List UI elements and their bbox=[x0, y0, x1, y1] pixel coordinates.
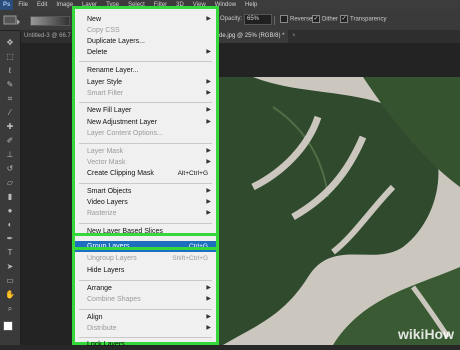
menu-item-hide-layers[interactable]: Hide Layers bbox=[75, 265, 216, 276]
submenu-arrow-icon: ▶ bbox=[206, 159, 211, 165]
menu-item-duplicate-layers[interactable]: Duplicate Layers... bbox=[75, 36, 216, 47]
menu-item-create-clipping-mask[interactable]: Create Clipping Mask Alt+Ctrl+G bbox=[75, 168, 216, 179]
submenu-arrow-icon: ▶ bbox=[206, 16, 211, 22]
pen-tool-icon[interactable]: ✒ bbox=[3, 233, 17, 244]
menu-separator bbox=[79, 143, 212, 144]
menu-separator bbox=[79, 309, 212, 310]
menu-item-new[interactable]: New ▶ bbox=[75, 14, 216, 25]
divider bbox=[274, 16, 275, 25]
submenu-arrow-icon: ▶ bbox=[206, 79, 211, 85]
submenu-arrow-icon: ▶ bbox=[206, 314, 211, 320]
menu-separator bbox=[79, 102, 212, 103]
blur-tool-icon[interactable]: ● bbox=[3, 205, 17, 216]
menu-item-layer-style[interactable]: Layer Style ▶ bbox=[75, 77, 216, 88]
menu-separator bbox=[79, 280, 212, 281]
eraser-tool-icon[interactable]: ▱ bbox=[3, 177, 17, 188]
wikihow-watermark: wikiHow bbox=[397, 326, 454, 342]
menu-item-distribute: Distribute ▶ bbox=[87, 325, 211, 332]
menu-item-layer-mask: Layer Mask ▶ bbox=[87, 148, 211, 155]
menu-separator bbox=[79, 337, 212, 338]
transparency-checkbox[interactable]: Transparency bbox=[340, 15, 386, 23]
stamp-tool-icon[interactable]: ⊥ bbox=[3, 149, 17, 160]
menu-item-new-adjustment-layer[interactable]: New Adjustment Layer ▶ bbox=[75, 117, 216, 128]
reverse-checkbox[interactable]: Reverse bbox=[280, 15, 312, 23]
submenu-arrow-icon: ▶ bbox=[206, 210, 211, 216]
menu-item-arrange[interactable]: Arrange ▶ bbox=[75, 283, 216, 294]
submenu-arrow-icon: ▶ bbox=[206, 119, 211, 125]
monstera-photo bbox=[213, 77, 460, 345]
submenu-arrow-icon: ▶ bbox=[206, 90, 211, 96]
brush-tool-icon[interactable]: ✐ bbox=[3, 135, 17, 146]
gradient-tool-icon[interactable] bbox=[3, 14, 21, 26]
menu-help[interactable]: Help bbox=[245, 2, 257, 8]
shape-tool-icon[interactable]: ▭ bbox=[3, 275, 17, 286]
menu-edit[interactable]: Edit bbox=[37, 2, 47, 8]
transparency-label: Transparency bbox=[350, 16, 387, 23]
marquee-tool-icon[interactable]: ⬚ bbox=[3, 51, 17, 62]
options-bar: Opacity: Reverse Dither Transparency bbox=[0, 10, 460, 31]
dither-label: Dither bbox=[322, 16, 339, 23]
submenu-arrow-icon: ▶ bbox=[206, 107, 211, 113]
quick-select-tool-icon[interactable]: ✎ bbox=[3, 79, 17, 90]
submenu-arrow-icon: ▶ bbox=[206, 199, 211, 205]
menu-item-ungroup-layers: Ungroup Layers Shift+Ctrl+G bbox=[87, 255, 208, 262]
hand-tool-icon[interactable]: ✋ bbox=[3, 289, 17, 300]
menu-item-video-layers[interactable]: Video Layers ▶ bbox=[75, 197, 216, 208]
submenu-arrow-icon: ▶ bbox=[206, 325, 211, 331]
menu-item-copy-css: Copy CSS bbox=[87, 27, 120, 34]
menu-file[interactable]: File bbox=[18, 2, 28, 8]
menu-separator bbox=[79, 61, 212, 62]
photoshop-logo: Ps bbox=[0, 0, 14, 10]
type-tool-icon[interactable]: T bbox=[3, 247, 17, 258]
menu-bar: Ps File Edit Image Layer Type Select Fil… bbox=[0, 0, 460, 10]
tab-close-icon[interactable]: × bbox=[288, 30, 300, 43]
menu-separator bbox=[79, 223, 212, 224]
submenu-arrow-icon: ▶ bbox=[206, 188, 211, 194]
zoom-tool-icon[interactable]: ⌕ bbox=[3, 303, 17, 314]
healing-tool-icon[interactable]: ✚ bbox=[3, 121, 17, 132]
eyedropper-tool-icon[interactable]: ⁄ bbox=[3, 107, 17, 118]
menu-item-layer-content-options: Layer Content Options... bbox=[87, 130, 163, 137]
menu-item-rename-layer[interactable]: Rename Layer... bbox=[75, 65, 216, 76]
layer-menu-dropdown: New ▶ Copy CSS Duplicate Layers... Delete… bbox=[72, 6, 219, 348]
submenu-arrow-icon: ▶ bbox=[206, 49, 211, 55]
dither-checkbox[interactable]: Dither bbox=[312, 15, 338, 23]
menu-item-vector-mask: Vector Mask ▶ bbox=[87, 159, 211, 166]
tab-active-document[interactable]: de.jpg @ 25% (RGB/8) * bbox=[215, 30, 289, 43]
menu-item-align[interactable]: Align ▶ bbox=[75, 312, 216, 323]
opacity-input[interactable]: 65% bbox=[244, 14, 272, 25]
toolbox: ✥ ⬚ ℓ ✎ ⌗ ⁄ ✚ ✐ ⊥ ↺ ▱ ▮ ● ◐ ✒ T ➤ ▭ ✋ ⌕ bbox=[0, 31, 21, 345]
tab-untitled-3[interactable]: Untitled-3 @ 66.7 bbox=[20, 30, 75, 43]
menu-item-rasterize: Rasterize ▶ bbox=[87, 210, 211, 217]
gradient-picker[interactable] bbox=[30, 16, 70, 26]
menu-item-smart-filter: Smart Filter ▶ bbox=[87, 90, 211, 97]
menu-item-smart-objects[interactable]: Smart Objects ▶ bbox=[75, 186, 216, 197]
crop-tool-icon[interactable]: ⌗ bbox=[3, 93, 17, 104]
move-tool-icon[interactable]: ✥ bbox=[3, 37, 17, 48]
gradient-tool-icon[interactable]: ▮ bbox=[3, 191, 17, 202]
opacity-label: Opacity: bbox=[220, 16, 243, 22]
menu-item-combine-shapes: Combine Shapes ▶ bbox=[87, 296, 211, 303]
submenu-arrow-icon: ▶ bbox=[206, 148, 211, 154]
dodge-tool-icon[interactable]: ◐ bbox=[3, 219, 17, 230]
lasso-tool-icon[interactable]: ℓ bbox=[3, 65, 17, 76]
menu-image[interactable]: Image bbox=[56, 2, 73, 8]
reverse-label: Reverse bbox=[290, 16, 313, 23]
menu-item-delete[interactable]: Delete ▶ bbox=[75, 47, 216, 58]
history-brush-tool-icon[interactable]: ↺ bbox=[3, 163, 17, 174]
path-select-tool-icon[interactable]: ➤ bbox=[3, 261, 17, 272]
annotation-highlight-box bbox=[72, 233, 219, 250]
menu-item-new-fill-layer[interactable]: New Fill Layer ▶ bbox=[75, 105, 216, 116]
foreground-color-swatch[interactable] bbox=[3, 321, 13, 331]
submenu-arrow-icon: ▶ bbox=[206, 296, 211, 302]
submenu-arrow-icon: ▶ bbox=[206, 285, 211, 291]
menu-separator bbox=[79, 183, 212, 184]
